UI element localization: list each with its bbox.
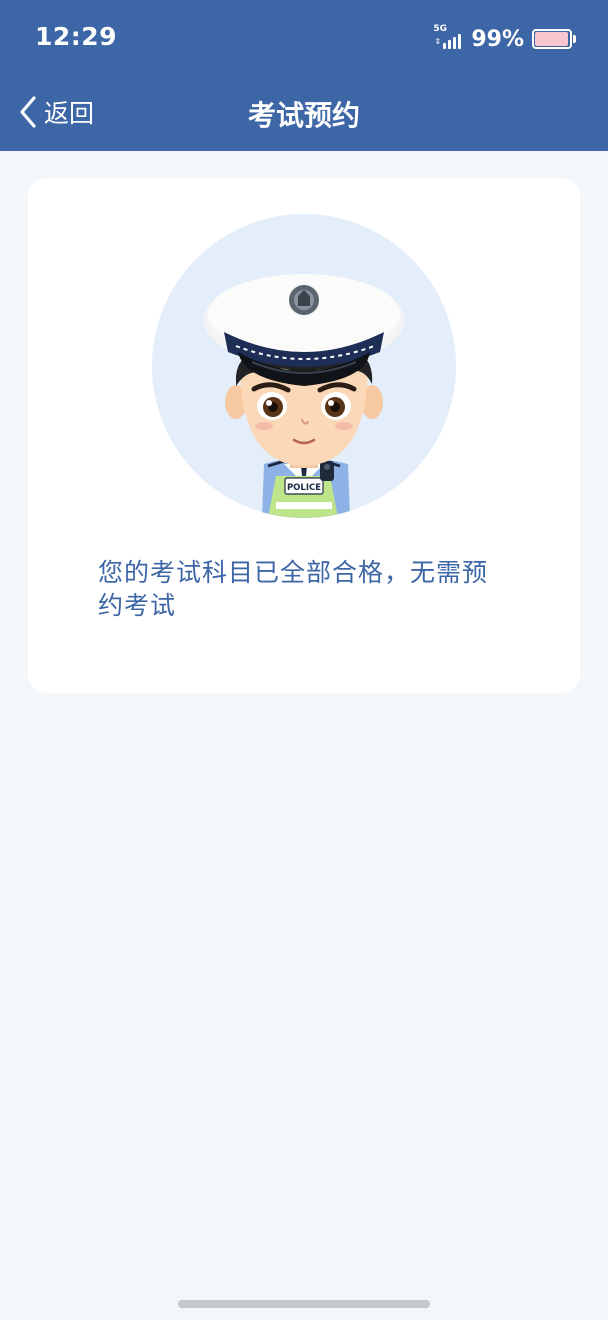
signal-bars <box>443 34 463 49</box>
result-card: POLICE 您的考试科目已全部合格，无需预约考试 <box>28 178 580 693</box>
status-time: 12:29 <box>35 22 118 51</box>
exam-status-message: 您的考试科目已全部合格，无需预约考试 <box>98 558 489 620</box>
app-header: 12:29 5G ⇕ 99% 返回 考试预约 <box>0 0 608 151</box>
signal-icon: 5G ⇕ <box>433 24 465 51</box>
back-button[interactable]: 返回 <box>18 92 94 132</box>
battery-icon <box>532 29 576 49</box>
status-bar: 12:29 5G ⇕ 99% <box>0 0 608 78</box>
back-label: 返回 <box>44 99 95 128</box>
home-indicator[interactable] <box>178 1300 430 1308</box>
battery-level-fill <box>535 32 568 46</box>
network-type-label: 5G <box>433 24 447 34</box>
battery-percent: 99% <box>471 26 524 52</box>
status-indicators: 5G ⇕ 99% <box>433 24 576 52</box>
police-badge-text: POLICE <box>287 483 321 493</box>
data-arrows-icon: ⇕ <box>434 37 442 46</box>
chevron-left-icon <box>20 96 36 128</box>
police-avatar-illustration: POLICE <box>152 214 456 518</box>
